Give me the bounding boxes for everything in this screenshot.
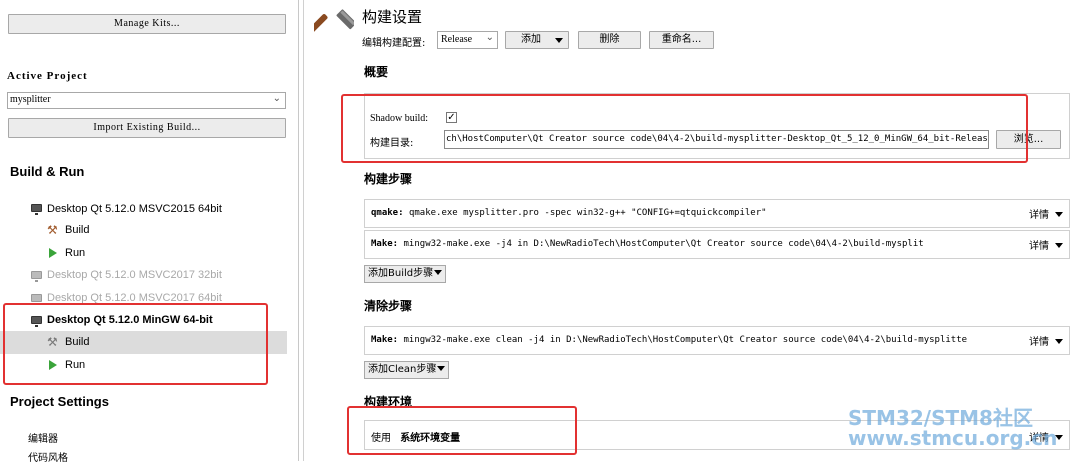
dropdown-triangle-icon — [434, 270, 443, 275]
overview-title: 概要 — [364, 65, 389, 79]
step-summary: Make: mingw32-make.exe -j4 in D:\NewRadi… — [371, 239, 1011, 249]
highlight-box-overview — [341, 94, 1028, 163]
chevron-down-icon: ⌄ — [485, 32, 494, 43]
step-command: mingw32-make.exe clean -j4 in D:\NewRadi… — [403, 335, 968, 345]
import-existing-build-button[interactable]: Import Existing Build... — [8, 118, 286, 138]
build-run-header: Build & Run — [10, 164, 85, 179]
add-config-label: 添加 — [521, 34, 541, 45]
clean-steps-title: 清除步骤 — [364, 299, 413, 313]
kit-msvc2017-32[interactable]: Desktop Qt 5.12.0 MSVC2017 32bit — [0, 264, 287, 287]
step-name: Make: — [371, 335, 399, 345]
config-select[interactable]: Release ⌄ — [437, 31, 498, 49]
details-toggle[interactable]: 详情 — [1029, 237, 1063, 252]
kit-msvc2015-run[interactable]: Run — [0, 242, 287, 265]
highlight-box-kit — [3, 303, 268, 385]
kit-msvc2015-64[interactable]: Desktop Qt 5.12.0 MSVC2015 64bit — [0, 198, 287, 221]
active-project-label: Active Project — [7, 70, 88, 82]
kit-label: Desktop Qt 5.12.0 MSVC2017 32bit — [47, 269, 222, 281]
dropdown-triangle-icon — [555, 38, 563, 43]
step-summary: qmake: qmake.exe mysplitter.pro -spec wi… — [371, 208, 1011, 218]
run-play-icon — [49, 248, 57, 258]
step-summary: Make: mingw32-make.exe clean -j4 in D:\N… — [371, 335, 1011, 345]
details-toggle[interactable]: 详情 — [1029, 333, 1063, 348]
add-clean-step-button[interactable]: 添加Clean步骤 — [364, 361, 450, 379]
details-label: 详情 — [1029, 210, 1049, 221]
dropdown-triangle-icon — [437, 366, 446, 371]
build-step-make[interactable]: Make: mingw32-make.exe -j4 in D:\NewRadi… — [364, 230, 1070, 259]
clean-step-make[interactable]: Make: mingw32-make.exe clean -j4 in D:\N… — [364, 326, 1070, 355]
sidebar-divider — [298, 0, 299, 461]
step-name: Make: — [371, 239, 399, 249]
step-name: qmake: — [371, 208, 404, 218]
step-command: mingw32-make.exe -j4 in D:\NewRadioTech\… — [403, 239, 924, 249]
settings-item-editor[interactable]: 编辑器 — [28, 430, 58, 445]
step-command: qmake.exe mysplitter.pro -spec win32-g++… — [408, 208, 767, 218]
rename-config-button[interactable]: 重命名... — [649, 31, 714, 49]
hammer-icon: ⚒ — [47, 223, 58, 237]
desktop-icon — [31, 271, 42, 282]
settings-item-code-style[interactable]: 代码风格 — [28, 449, 68, 464]
desktop-icon — [31, 204, 42, 215]
run-label: Run — [65, 247, 86, 259]
page-title: 构建设置 — [362, 8, 423, 26]
add-build-step-button[interactable]: 添加Build步骤 — [364, 265, 447, 283]
project-select-value: mysplitter — [10, 94, 51, 105]
content-divider — [303, 0, 304, 461]
kit-msvc2015-build[interactable]: ⚒ Build — [0, 219, 287, 242]
kit-label: Desktop Qt 5.12.0 MSVC2015 64bit — [47, 203, 222, 215]
build-settings-hammer-icon — [314, 9, 354, 36]
chevron-down-icon: ⌄ — [272, 93, 281, 104]
project-select[interactable]: mysplitter ⌄ — [7, 92, 286, 109]
build-step-qmake[interactable]: qmake: qmake.exe mysplitter.pro -spec wi… — [364, 199, 1070, 228]
desktop-icon — [31, 294, 42, 305]
edit-config-label: 编辑构建配置: — [362, 38, 426, 49]
details-toggle[interactable]: 详情 — [1029, 206, 1063, 221]
chevron-down-icon — [1055, 212, 1063, 217]
build-steps-title: 构建步骤 — [364, 172, 413, 186]
delete-config-button[interactable]: 删除 — [578, 31, 641, 49]
manage-kits-button[interactable]: Manage Kits... — [8, 14, 286, 34]
config-select-value: Release — [441, 34, 473, 45]
add-config-button[interactable]: 添加 — [505, 31, 569, 49]
watermark-line2: www.stmcu.org.cn — [848, 426, 1058, 450]
chevron-down-icon — [1055, 339, 1063, 344]
sidebar: Manage Kits... Active Project mysplitter… — [0, 0, 298, 464]
build-label: Build — [65, 224, 90, 236]
details-label: 详情 — [1029, 241, 1049, 252]
details-label: 详情 — [1029, 337, 1049, 348]
chevron-down-icon — [1055, 243, 1063, 248]
project-settings-header: Project Settings — [10, 394, 109, 409]
add-clean-step-label: 添加Clean步骤 — [368, 364, 437, 375]
add-build-step-label: 添加Build步骤 — [368, 268, 434, 279]
highlight-box-env — [347, 406, 577, 455]
